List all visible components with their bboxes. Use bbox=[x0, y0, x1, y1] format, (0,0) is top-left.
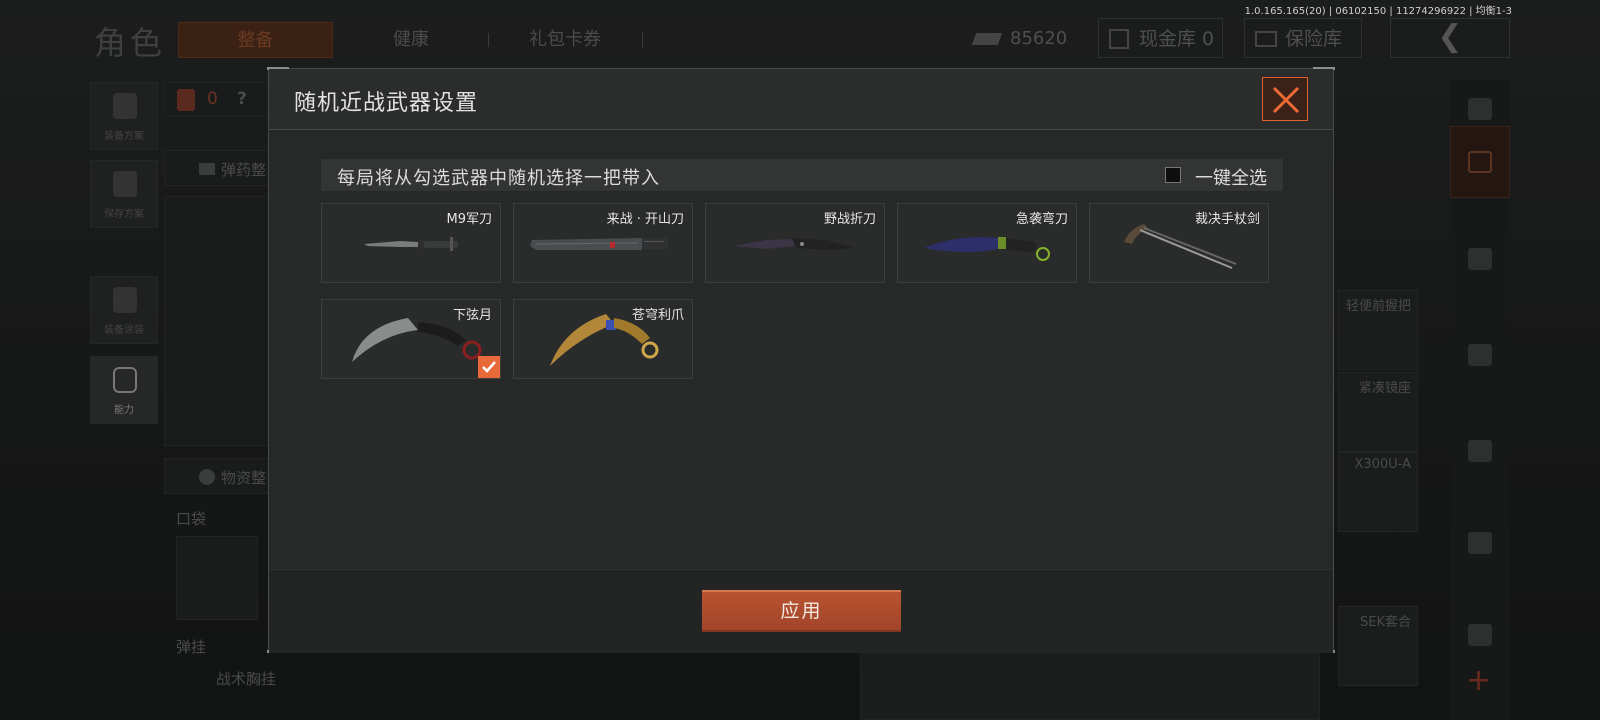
info-bar: 每局将从勾选武器中随机选择一把带入 一键全选 bbox=[321, 159, 1283, 191]
tab-gift-coupons[interactable]: 礼包卡券 bbox=[500, 22, 630, 58]
rig-item-label: 战术胸挂 bbox=[216, 670, 277, 688]
lightning-icon bbox=[113, 367, 137, 393]
dialog-footer: 应用 bbox=[269, 569, 1333, 653]
ammo-section-label: 弹药整 bbox=[221, 161, 267, 179]
grip-icon[interactable] bbox=[1450, 508, 1510, 580]
safe-button[interactable]: 保险库 bbox=[1244, 18, 1362, 58]
ammo-icon bbox=[199, 163, 215, 175]
waning-moon-karambit-image bbox=[352, 318, 482, 362]
cash-storage-label: 现金库 0 bbox=[1139, 28, 1215, 50]
tab-health[interactable]: 健康 bbox=[356, 22, 466, 58]
supplies-section[interactable]: 物资整 bbox=[164, 458, 274, 494]
rifle-icon[interactable] bbox=[1450, 320, 1510, 392]
slot-flashlight[interactable]: X300U-A bbox=[1338, 452, 1418, 532]
ability-button[interactable]: 能力 bbox=[90, 356, 158, 424]
cash-storage-icon bbox=[1109, 29, 1129, 49]
equipment-skin-button[interactable]: 装备涂装 bbox=[90, 276, 158, 344]
safe-icon bbox=[1255, 31, 1277, 47]
weapon-card-raid-machete[interactable]: 急袭弯刀 bbox=[897, 203, 1077, 283]
cash-storage-button[interactable]: 现金库 0 bbox=[1098, 18, 1223, 58]
money-display: 85620 bbox=[968, 20, 1068, 58]
check-icon bbox=[482, 361, 496, 373]
supplies-section-label: 物资整 bbox=[221, 469, 267, 487]
machete-image bbox=[530, 238, 668, 250]
pocket-slot[interactable] bbox=[176, 536, 258, 620]
add-icon[interactable]: + bbox=[1466, 666, 1491, 696]
close-button[interactable] bbox=[1262, 77, 1308, 121]
close-icon bbox=[1272, 86, 1300, 114]
weapon-card-waning-moon[interactable]: 下弦月 bbox=[321, 299, 501, 379]
random-melee-settings-dialog: 随机近战武器设置 每局将从勾选武器中随机选择一把带入 一键全选 M9军刀 来战 … bbox=[267, 67, 1335, 653]
weapon-card-m9[interactable]: M9军刀 bbox=[321, 203, 501, 283]
select-all-checkbox[interactable] bbox=[1165, 167, 1181, 183]
select-all-toggle[interactable]: 一键全选 bbox=[1165, 164, 1267, 189]
rig-label: 弹挂 bbox=[176, 638, 207, 656]
dialog-title: 随机近战武器设置 bbox=[294, 91, 479, 116]
back-button[interactable]: ❮ bbox=[1390, 18, 1510, 58]
ammo-list bbox=[164, 196, 274, 446]
vest-icon[interactable] bbox=[1450, 224, 1510, 296]
slot-scope-mount[interactable]: 紧凑镜座 bbox=[1338, 372, 1418, 452]
select-all-label: 一键全选 bbox=[1195, 168, 1267, 189]
money-icon bbox=[971, 33, 1003, 45]
count-badge: 0 bbox=[207, 89, 218, 109]
slot-sek-combo[interactable]: SEK套合 bbox=[1338, 606, 1418, 686]
field-folding-knife-image bbox=[734, 238, 854, 250]
supplies-icon bbox=[199, 469, 215, 485]
dialog-header: 随机近战武器设置 bbox=[269, 69, 1333, 130]
apply-button[interactable]: 应用 bbox=[702, 590, 901, 632]
tab-divider bbox=[488, 33, 489, 47]
magazine-icon[interactable] bbox=[1450, 416, 1510, 488]
equipment-skin-label: 装备涂装 bbox=[104, 325, 144, 336]
save-plan-button[interactable]: 保存方案 bbox=[90, 160, 158, 228]
tab-prep[interactable]: 整备 bbox=[178, 22, 333, 58]
weapon-card-sky-claw[interactable]: 苍穹利爪 bbox=[513, 299, 693, 379]
page-title: 角色 bbox=[94, 24, 167, 62]
help-icon[interactable]: ? bbox=[237, 89, 247, 109]
category-selected-icon[interactable] bbox=[1450, 126, 1510, 198]
slot-foregrip[interactable]: 轻便前握把 bbox=[1338, 290, 1418, 370]
loadout-plan-button[interactable]: 装备方案 bbox=[90, 82, 158, 150]
selected-checkmark[interactable] bbox=[478, 356, 500, 378]
safe-label: 保险库 bbox=[1285, 28, 1343, 50]
armor-icon bbox=[177, 89, 195, 111]
tab-divider bbox=[642, 33, 643, 47]
backpack-icon bbox=[113, 93, 137, 119]
weapon-card-cane-sword[interactable]: 裁决手杖剑 bbox=[1089, 203, 1269, 283]
pocket-label: 口袋 bbox=[176, 510, 207, 528]
ability-label: 能力 bbox=[114, 405, 134, 416]
version-text: 1.0.165.165(20) | 06102150 | 11274296922… bbox=[1244, 6, 1512, 17]
count-panel: 0 ? bbox=[164, 82, 274, 116]
download-icon bbox=[113, 171, 137, 197]
save-plan-label: 保存方案 bbox=[104, 209, 144, 220]
money-value: 85620 bbox=[1010, 28, 1068, 49]
helmet-icon bbox=[113, 287, 137, 313]
attachment-icon[interactable] bbox=[1450, 600, 1510, 672]
weapon-card-machete[interactable]: 来战 · 开山刀 bbox=[513, 203, 693, 283]
info-text: 每局将从勾选武器中随机选择一把带入 bbox=[337, 168, 660, 189]
loadout-plan-label: 装备方案 bbox=[104, 131, 144, 142]
raid-curved-blade-image bbox=[924, 237, 1050, 261]
sky-claw-karambit-image bbox=[550, 314, 659, 366]
weapon-card-field-folder[interactable]: 野战折刀 bbox=[705, 203, 885, 283]
back-arrow-icon: ❮ bbox=[1437, 19, 1463, 54]
verdict-cane-sword-image bbox=[1124, 224, 1237, 269]
m9-bayonet-image bbox=[364, 237, 458, 251]
ammo-section[interactable]: 弹药整 bbox=[164, 150, 274, 186]
